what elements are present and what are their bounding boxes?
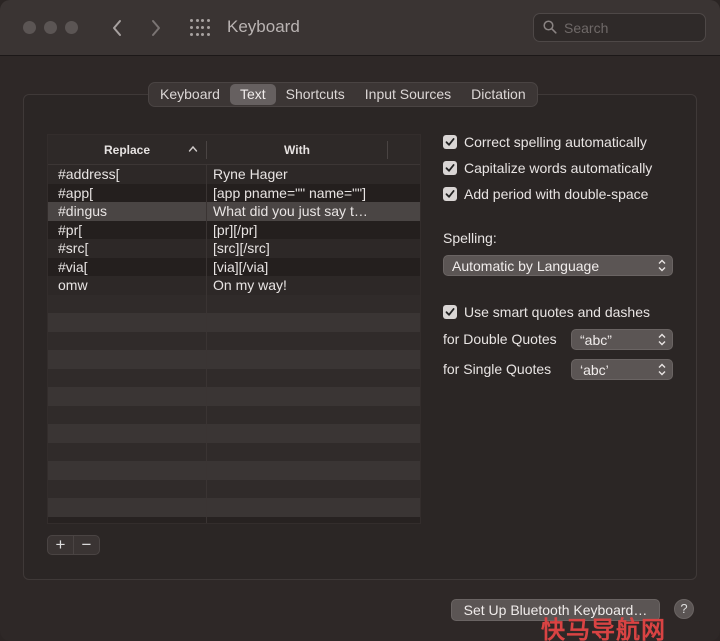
checkmark-icon xyxy=(445,308,455,316)
spelling-popup-value: Automatic by Language xyxy=(452,258,600,274)
back-button[interactable] xyxy=(105,14,129,42)
empty-table-row xyxy=(48,461,420,480)
spelling-popup[interactable]: Automatic by Language xyxy=(443,255,673,276)
correct-spelling-label: Correct spelling automatically xyxy=(464,134,647,150)
with-cell[interactable]: [src][/src] xyxy=(213,239,413,258)
replace-cell[interactable]: #via[ xyxy=(58,258,203,277)
add-remove-controls: + − xyxy=(47,535,100,555)
empty-table-row xyxy=(48,405,420,424)
column-divider xyxy=(206,165,207,523)
chevron-left-icon xyxy=(113,20,121,36)
with-cell[interactable]: Ryne Hager xyxy=(213,165,413,184)
empty-table-row xyxy=(48,498,420,517)
title-bar: Keyboard xyxy=(0,0,720,56)
empty-table-row xyxy=(48,368,420,387)
replace-cell[interactable]: #dingus xyxy=(58,202,203,221)
double-quotes-popup-value: “abc” xyxy=(580,332,612,348)
capitalize-words-label: Capitalize words automatically xyxy=(464,160,653,176)
add-period-option[interactable]: Add period with double-space xyxy=(443,185,648,203)
checkmark-icon xyxy=(445,164,455,172)
search-input[interactable] xyxy=(564,18,699,38)
empty-table-row xyxy=(48,313,420,332)
empty-table-row xyxy=(48,331,420,350)
table-row[interactable]: omw On my way! xyxy=(48,276,420,295)
table-row[interactable]: #address[ Ryne Hager xyxy=(48,165,420,184)
checkmark-icon xyxy=(445,190,455,198)
correct-spelling-checkbox[interactable] xyxy=(443,135,457,149)
double-quotes-popup[interactable]: “abc” xyxy=(571,329,673,350)
close-window-button[interactable] xyxy=(23,21,36,34)
empty-table-row xyxy=(48,387,420,406)
add-period-checkbox[interactable] xyxy=(443,187,457,201)
with-cell[interactable]: [pr][/pr] xyxy=(213,221,413,240)
chevron-right-icon xyxy=(152,20,160,36)
watermark-logo: 快马导航网 xyxy=(541,617,666,641)
table-header: Replace With xyxy=(48,135,420,165)
empty-table-row xyxy=(48,424,420,443)
correct-spelling-option[interactable]: Correct spelling automatically xyxy=(443,133,647,151)
table-row[interactable]: #app[ [app pname="" name=""] xyxy=(48,183,420,203)
with-cell[interactable]: On my way! xyxy=(213,276,413,295)
zoom-window-button[interactable] xyxy=(65,21,78,34)
column-header-replace[interactable]: Replace xyxy=(48,135,206,165)
single-quotes-label: for Single Quotes xyxy=(443,361,552,377)
replace-cell[interactable]: #app[ xyxy=(58,184,203,203)
empty-table-row xyxy=(48,294,420,313)
chevron-up-down-icon xyxy=(658,333,666,346)
text-replacement-table[interactable]: Replace With #address[ Ryne Hager #app[ [ap… xyxy=(47,134,421,524)
empty-table-row xyxy=(48,442,420,461)
search-field[interactable] xyxy=(533,13,706,42)
column-separator[interactable] xyxy=(387,141,388,159)
smart-quotes-label: Use smart quotes and dashes xyxy=(464,304,650,320)
with-cell[interactable]: [via][/via] xyxy=(213,258,413,277)
spelling-label: Spelling: xyxy=(443,230,497,246)
tab-keyboard[interactable]: Keyboard xyxy=(150,84,230,105)
empty-table-row xyxy=(48,350,420,369)
tab-text[interactable]: Text xyxy=(229,84,276,105)
smart-quotes-checkbox[interactable] xyxy=(443,305,457,319)
double-quotes-label: for Double Quotes xyxy=(443,331,557,347)
tab-shortcuts[interactable]: Shortcuts xyxy=(276,84,355,105)
replace-cell[interactable]: #address[ xyxy=(58,165,203,184)
tab-dictation[interactable]: Dictation xyxy=(461,84,535,105)
chevron-up-down-icon xyxy=(658,363,666,376)
single-quotes-popup-value: ‘abc’ xyxy=(580,362,609,378)
search-icon xyxy=(543,20,557,34)
add-button[interactable]: + xyxy=(48,536,73,554)
capitalize-words-option[interactable]: Capitalize words automatically xyxy=(443,159,652,177)
minimize-window-button[interactable] xyxy=(44,21,57,34)
window-title: Keyboard xyxy=(227,17,300,36)
table-row[interactable]: #dingus What did you just say t… xyxy=(48,202,420,221)
with-cell[interactable]: What did you just say t… xyxy=(213,202,413,221)
table-row[interactable]: #pr[ [pr][/pr] xyxy=(48,220,420,240)
table-row[interactable]: #src[ [src][/src] xyxy=(48,239,420,258)
replace-cell[interactable]: omw xyxy=(58,276,203,295)
tab-bar: Keyboard Text Shortcuts Input Sources Di… xyxy=(148,82,538,107)
empty-table-row xyxy=(48,479,420,498)
forward-button[interactable] xyxy=(144,14,168,42)
replace-cell[interactable]: #src[ xyxy=(58,239,203,258)
with-cell[interactable]: [app pname="" name=""] xyxy=(213,184,413,203)
smart-quotes-option[interactable]: Use smart quotes and dashes xyxy=(443,303,650,321)
remove-button[interactable]: − xyxy=(74,536,99,554)
sort-ascending-icon xyxy=(188,145,198,152)
keyboard-preferences-window: Keyboard Keyboard Text Shortcuts Input S… xyxy=(0,0,720,641)
table-rows: #address[ Ryne Hager #app[ [app pname="" na… xyxy=(48,165,420,517)
show-all-grid-icon[interactable] xyxy=(190,19,210,37)
capitalize-words-checkbox[interactable] xyxy=(443,161,457,175)
tab-input-sources[interactable]: Input Sources xyxy=(355,84,461,105)
single-quotes-popup[interactable]: ‘abc’ xyxy=(571,359,673,380)
column-header-with[interactable]: With xyxy=(207,135,387,165)
table-row[interactable]: #via[ [via][/via] xyxy=(48,257,420,277)
help-button[interactable]: ? xyxy=(674,599,694,619)
add-period-label: Add period with double-space xyxy=(464,186,649,202)
chevron-up-down-icon xyxy=(658,259,666,272)
checkmark-icon xyxy=(445,138,455,146)
replace-cell[interactable]: #pr[ xyxy=(58,221,203,240)
